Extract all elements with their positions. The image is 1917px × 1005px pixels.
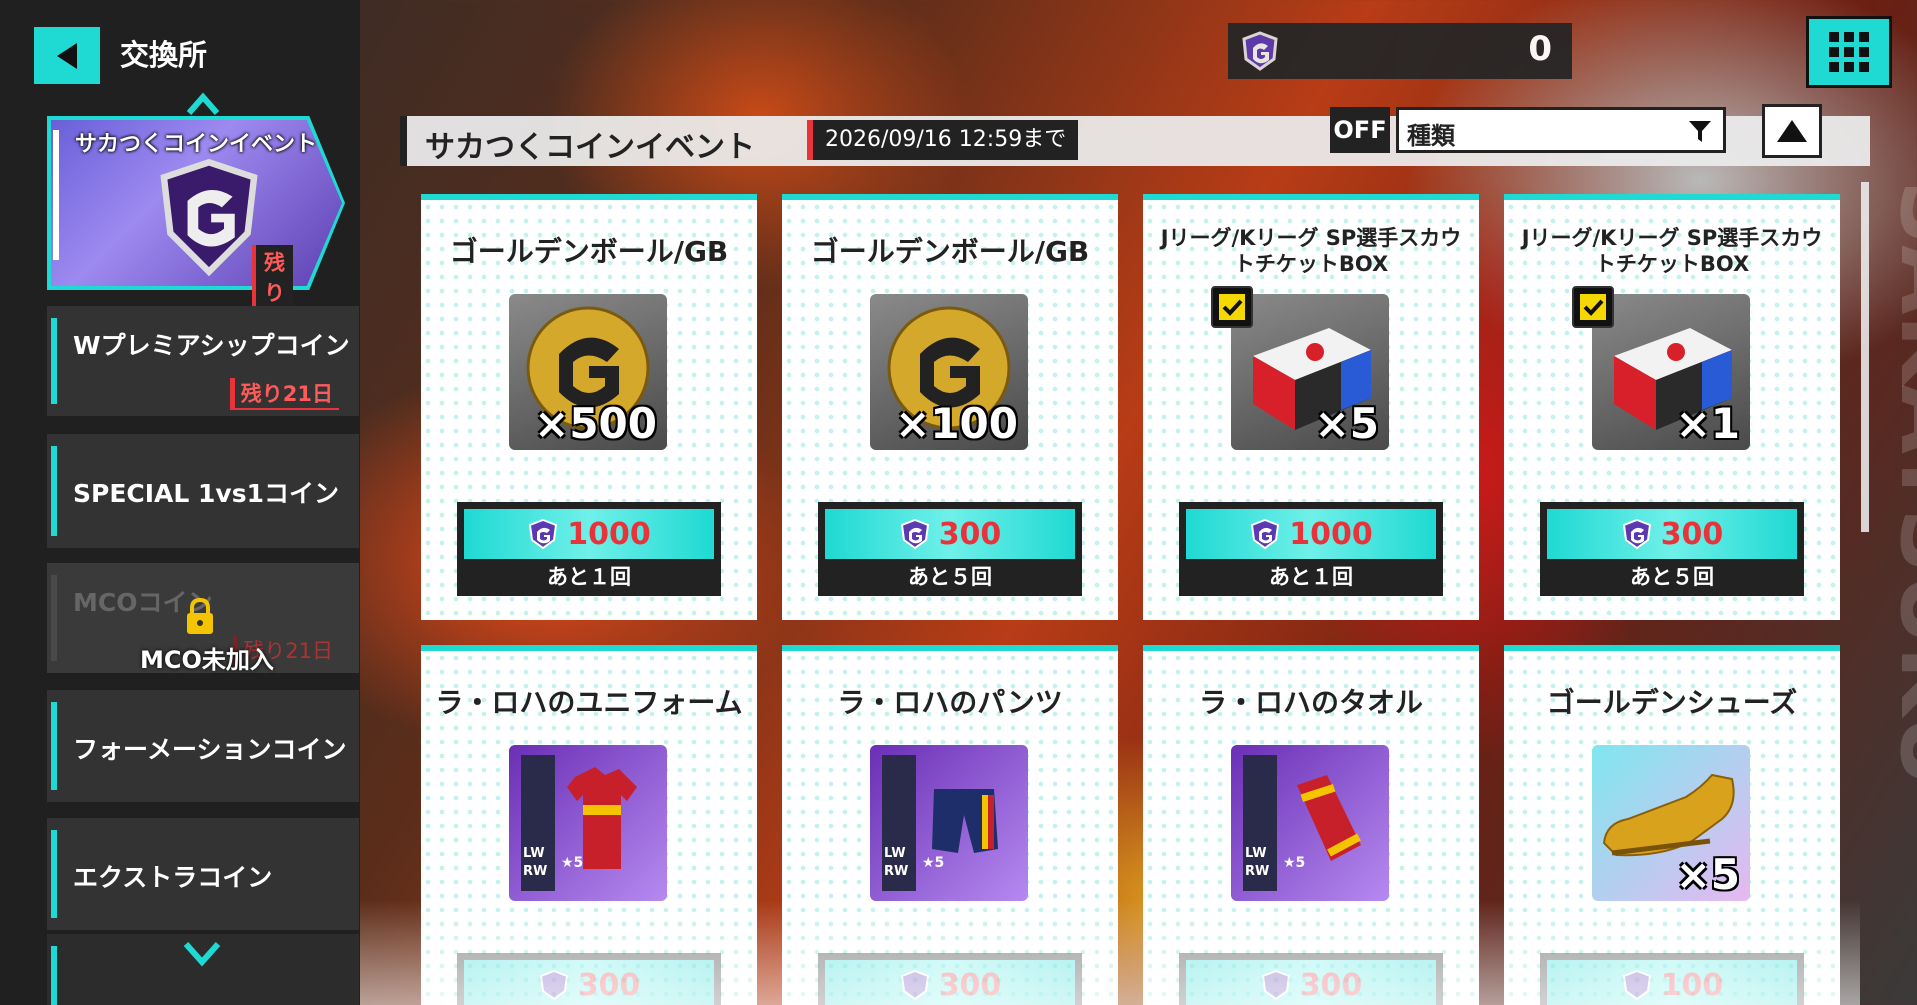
sidebar-item-label: フォーメーションコイン [73, 735, 347, 764]
back-arrow-icon [57, 42, 77, 69]
item-price: 1000 [567, 516, 651, 552]
item-name: ゴールデンボール/GB [810, 234, 1090, 268]
sakatsuku-coin-icon [529, 518, 558, 550]
item-quantity: ×100 [895, 399, 1018, 448]
menu-button[interactable] [1806, 16, 1892, 88]
towel-icon [1297, 775, 1361, 861]
item-name: Jリーグ/Kリーグ SP選手スカウトチケットBOX [1160, 225, 1462, 276]
item-card[interactable]: Jリーグ/Kリーグ SP選手スカウトチケットBOX ×1 300 あと５回 [1504, 194, 1840, 620]
exchange-button[interactable]: 1000 あと１回 [1179, 502, 1443, 596]
pants-icon [932, 789, 998, 853]
item-indicator [51, 575, 57, 661]
filter-select-label: 種類 [1407, 122, 1455, 150]
event-deadline: 2026/09/16 12:59まで [807, 120, 1079, 160]
filter-icon [1689, 121, 1711, 142]
item-thumbnail: ×5 [1231, 294, 1389, 450]
item-thumbnail: LW RW ★5 [509, 745, 667, 901]
item-card[interactable]: ゴールデンボール/GB ×500 1000 あと１回 [421, 194, 757, 620]
item-card[interactable]: ゴールデンボール/GB ×100 300 あと５回 [782, 194, 1118, 620]
exchange-limit: あと５回 [908, 565, 992, 589]
item-indicator [51, 946, 57, 1005]
item-indicator [51, 318, 57, 404]
type-filter-select[interactable]: 種類 [1396, 107, 1726, 153]
item-thumbnail: ×500 [509, 294, 667, 450]
sidebar-item-formation-coin[interactable]: フォーメーションコイン [47, 690, 359, 802]
lock-message: MCO未加入 [140, 646, 274, 674]
remaining-badge: 残り21日 [229, 378, 339, 410]
background-decoration: SAKATSUKU [1880, 180, 1917, 788]
exchange-limit: あと５回 [1630, 565, 1714, 589]
item-name: ラ・ロハのタオル [1198, 685, 1423, 719]
sort-ascending-icon [1777, 120, 1807, 142]
item-card[interactable]: Jリーグ/Kリーグ SP選手スカウトチケットBOX ×5 1000 あと１回 [1143, 194, 1479, 620]
exchange-limit: あと１回 [547, 565, 631, 589]
item-thumbnail: LW RW ★5 [870, 745, 1028, 901]
exchange-button[interactable]: 300 あと５回 [818, 502, 1082, 596]
item-name: ラ・ロハのユニフォーム [435, 685, 743, 719]
price-display: 300 [1547, 509, 1797, 559]
item-name: Jリーグ/Kリーグ SP選手スカウトチケットBOX [1521, 225, 1823, 276]
sakatsuku-coin-icon [1251, 518, 1280, 550]
item-thumbnail: LW RW ★5 [1231, 745, 1389, 901]
item-indicator [51, 830, 57, 918]
currency-display: 0 [1228, 23, 1572, 79]
sidebar-item-extra-coin[interactable]: エクストラコイン [47, 818, 359, 930]
item-quantity: ×5 [1675, 850, 1740, 899]
sakatsuku-coin-icon [1622, 518, 1651, 550]
item-quantity: ×5 [1314, 399, 1379, 448]
sidebar-item-label: エクストラコイン [73, 863, 273, 892]
item-thumbnail: ×1 [1592, 294, 1750, 450]
item-thumbnail: ×5 [1592, 745, 1750, 901]
sakatsuku-coin-icon [160, 158, 258, 276]
item-quantity: ×500 [534, 399, 657, 448]
currency-value: 0 [1528, 29, 1552, 69]
sakatsuku-coin-icon [1242, 31, 1278, 71]
item-price: 300 [1660, 516, 1724, 552]
sidebar-item-label: サカつくコインイベント [75, 132, 318, 157]
lock-icon [187, 598, 213, 634]
item-price: 1000 [1289, 516, 1373, 552]
scrollbar[interactable] [1861, 182, 1869, 532]
ticket-check-icon [1572, 286, 1614, 328]
page-title: 交換所 [120, 38, 208, 72]
price-display: 1000 [464, 509, 714, 559]
item-thumbnail: ×100 [870, 294, 1028, 450]
back-button[interactable] [34, 27, 100, 84]
item-price: 300 [938, 516, 1002, 552]
exchange-limit: あと１回 [1269, 565, 1353, 589]
ticket-check-icon [1211, 286, 1253, 328]
active-indicator [53, 130, 59, 260]
sakatsuku-coin-icon [900, 518, 929, 550]
scroll-down-icon[interactable] [182, 938, 222, 968]
sidebar-item-label: SPECIAL 1vs1コイン [73, 479, 340, 508]
item-quantity: ×1 [1675, 399, 1740, 448]
sidebar-item-special-1vs1-coin[interactable]: SPECIAL 1vs1コイン [47, 434, 359, 548]
grid-menu-icon [1829, 32, 1869, 72]
exchange-button[interactable]: 300 あと５回 [1540, 502, 1804, 596]
exchange-button[interactable]: 1000 あと１回 [457, 502, 721, 596]
item-name: ゴールデンボール/GB [449, 234, 729, 268]
sidebar-item-w-premiership-coin[interactable]: Wプレミアシップコイン 残り21日 [47, 306, 359, 416]
event-title: サカつくコインイベント [425, 130, 755, 165]
sort-order-button[interactable] [1762, 104, 1822, 158]
sidebar-item-sakatsuku-coin-event[interactable]: サカつくコインイベント [47, 116, 345, 290]
item-indicator [51, 702, 57, 790]
item-indicator [51, 446, 57, 536]
uniform-icon [567, 767, 637, 869]
price-display: 300 [825, 509, 1075, 559]
sidebar-item-label: Wプレミアシップコイン [73, 331, 350, 360]
price-display: 1000 [1186, 509, 1436, 559]
filter-toggle[interactable]: OFF [1330, 107, 1390, 153]
item-name: ラ・ロハのパンツ [837, 685, 1063, 719]
item-name: ゴールデンシューズ [1546, 685, 1798, 719]
scroll-fade-overlay [360, 900, 1860, 1005]
scroll-up-icon[interactable] [186, 92, 220, 116]
